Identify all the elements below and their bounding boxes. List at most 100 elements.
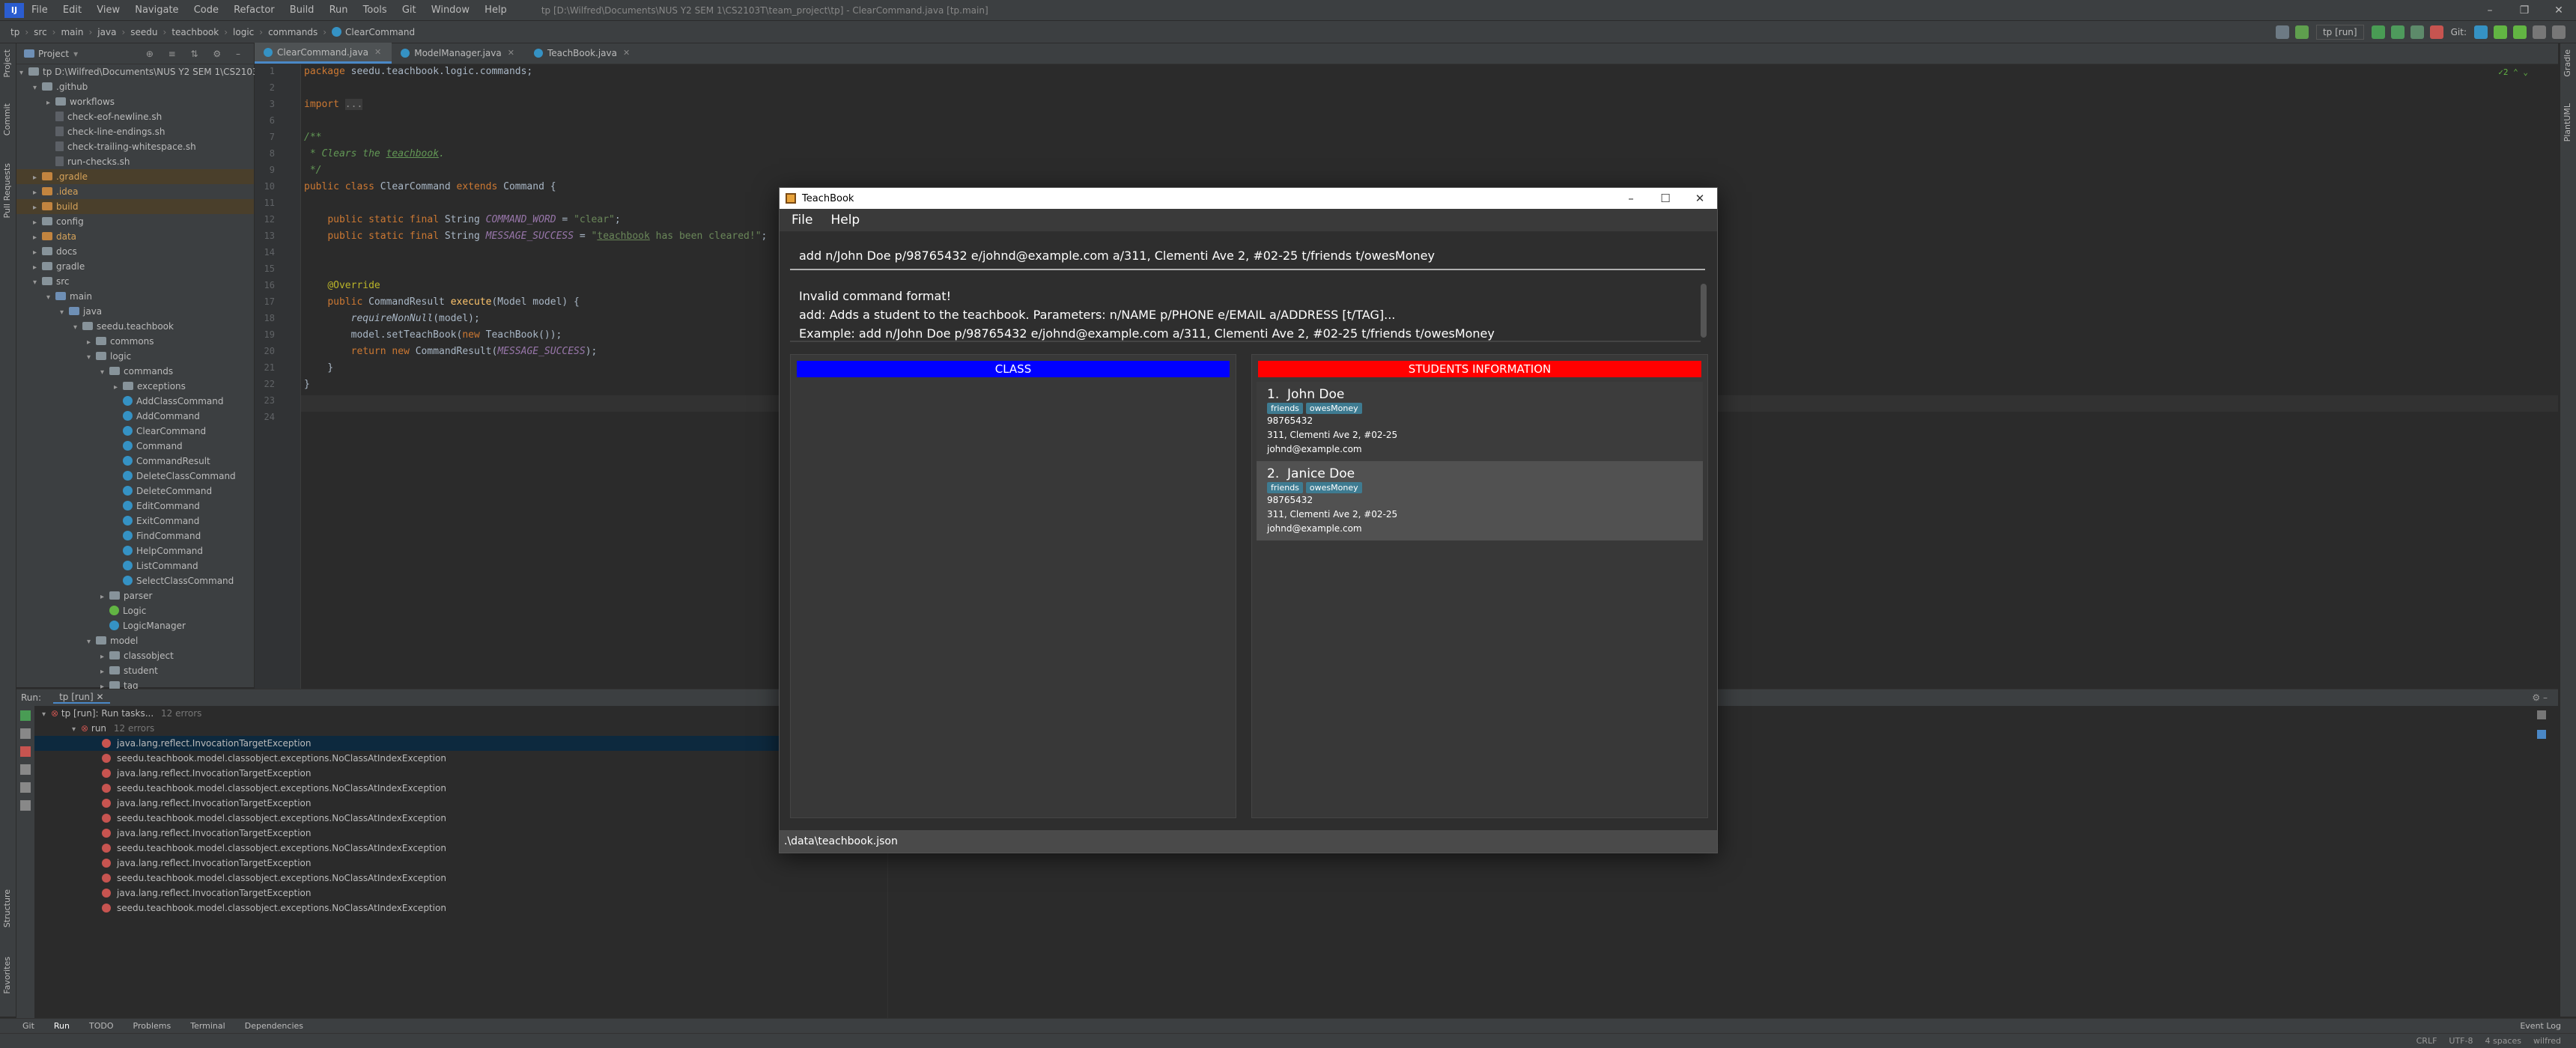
encoding-status[interactable]: UTF-8 [2449,1036,2473,1046]
teachbook-menu-help[interactable]: Help [830,213,860,228]
tree-item[interactable]: CommandResult [16,454,254,469]
tab-clearcommand[interactable]: ClearCommand.java ✕ [255,43,392,64]
tree-item[interactable]: ▾ seedu.teachbook [16,319,254,334]
git-update-icon[interactable] [2474,25,2488,39]
pull-requests-tool-tab[interactable]: Pull Requests [2,163,12,218]
breadcrumb-main[interactable]: main [61,27,83,37]
breadcrumb-tp[interactable]: tp [10,27,19,37]
tab-teachbook[interactable]: TeachBook.java ✕ [525,43,640,64]
breadcrumb-logic[interactable]: logic [233,27,254,37]
error-row[interactable]: java.lang.reflect.InvocationTargetExcept… [34,856,887,871]
menu-file[interactable]: File [31,4,48,16]
tree-item[interactable]: ▸ data [16,229,254,244]
menu-code[interactable]: Code [194,4,219,16]
coverage-icon[interactable] [2410,25,2424,39]
close-window-button[interactable]: ✕ [2542,4,2576,16]
project-tool-tab[interactable]: Project [2,49,12,78]
tree-item[interactable]: ▸ classobject [16,648,254,663]
tree-item[interactable]: check-trailing-whitespace.sh [16,139,254,154]
tree-item[interactable]: ▸ commons [16,334,254,349]
wrench-icon[interactable] [20,728,31,739]
problems-tab[interactable]: Problems [133,1021,171,1031]
eye-icon[interactable] [20,764,31,775]
menu-refactor[interactable]: Refactor [234,4,275,16]
error-row[interactable]: seedu.teachbook.model.classobject.except… [34,781,887,796]
student-card[interactable]: 1. John Doe friends owesMoney 98765432 31… [1257,382,1703,461]
git-push-icon[interactable] [2513,25,2527,39]
run-child-row[interactable]: ▾ ⊗ run 12 errors [34,721,887,736]
tree-item[interactable]: ▸ gradle [16,259,254,274]
rerun-icon[interactable] [20,710,31,721]
tree-item[interactable]: LogicManager [16,618,254,633]
tree-item[interactable]: ▾ model [16,633,254,648]
restore-button[interactable]: ❐ [2507,4,2542,16]
tree-item[interactable]: ▸ parser [16,588,254,603]
menu-edit[interactable]: Edit [63,4,82,16]
scroll-end-icon[interactable] [2537,730,2546,739]
tree-item[interactable]: ▸ .idea [16,184,254,199]
tree-item[interactable]: ▾ .github [16,79,254,94]
run-config-select[interactable]: tp [run] [2315,24,2364,40]
inspection-widget[interactable]: ✓2 ⌃ ⌄ [2498,67,2528,77]
error-row[interactable]: java.lang.reflect.InvocationTargetExcept… [34,826,887,841]
tree-item[interactable]: EditCommand [16,499,254,514]
breadcrumb-src[interactable]: src [34,27,47,37]
teachbook-minimize-button[interactable]: – [1614,192,1648,205]
tree-item[interactable]: ClearCommand [16,424,254,439]
tree-item[interactable]: FindCommand [16,528,254,543]
run-icon[interactable] [2371,25,2385,39]
commit-tool-tab[interactable]: Commit [2,103,12,135]
menu-git[interactable]: Git [402,4,416,16]
result-scrollbar[interactable] [1701,284,1707,338]
error-row[interactable]: seedu.teachbook.model.classobject.except… [34,811,887,826]
menu-window[interactable]: Window [431,4,470,16]
tree-item[interactable]: ▸ student [16,663,254,678]
line-separator-status[interactable]: CRLF [2416,1036,2437,1046]
plantuml-tool-tab[interactable]: PlantUML [2563,103,2572,141]
run-bottom-tab[interactable]: Run [54,1021,70,1031]
todo-tab[interactable]: TODO [89,1021,114,1031]
tree-item[interactable]: run-checks.sh [16,154,254,169]
tree-item[interactable]: ▾ tp D:\Wilfred\Documents\NUS Y2 SEM 1\CS… [16,64,338,79]
user-icon[interactable] [2275,25,2289,39]
menu-navigate[interactable]: Navigate [135,4,178,16]
close-tab-icon[interactable]: ✕ [623,43,630,64]
git-branch-status[interactable]: wilfred [2533,1036,2561,1046]
run-settings-icon[interactable]: ⚙ – [2532,692,2548,703]
close-tab-icon[interactable]: ✕ [374,42,381,63]
tree-item[interactable]: ▾ java [16,304,254,319]
breadcrumb-commands[interactable]: commands [268,27,318,37]
tree-item[interactable]: ▾ logic [16,349,254,364]
dependencies-tab[interactable]: Dependencies [245,1021,303,1031]
menu-help[interactable]: Help [484,4,507,16]
tree-item[interactable]: ▾ src [16,274,254,289]
tree-item[interactable]: DeleteCommand [16,484,254,499]
layout-icon[interactable] [20,782,31,793]
error-row[interactable]: seedu.teachbook.model.classobject.except… [34,751,887,766]
debug-icon[interactable] [2390,25,2405,39]
tree-item[interactable]: AddCommand [16,409,254,424]
tree-item[interactable]: ListCommand [16,558,254,573]
indent-status[interactable]: 4 spaces [2485,1036,2521,1046]
event-log-tab[interactable]: Event Log [2520,1021,2561,1031]
close-tab-icon[interactable]: ✕ [508,43,514,64]
soft-wrap-icon[interactable] [2537,710,2546,719]
build-hammer-icon[interactable] [2294,25,2309,39]
teachbook-maximize-button[interactable]: ☐ [1648,192,1683,205]
tab-modelmanager[interactable]: ModelManager.java ✕ [392,43,525,64]
tree-item[interactable]: AddClassCommand [16,394,254,409]
teachbook-menu-file[interactable]: File [792,213,812,228]
tree-item[interactable]: SelectClassCommand [16,573,254,588]
stop-run-icon[interactable] [20,746,31,757]
tree-item[interactable]: ▸ workflows [16,94,254,109]
menu-tools[interactable]: Tools [363,4,387,16]
favorites-tool-tab[interactable]: Favorites [2,957,12,994]
command-box-input[interactable]: add n/John Doe p/98765432 e/johnd@exampl… [790,243,1705,270]
tree-item[interactable]: ▸ .gradle [16,169,254,184]
error-row[interactable]: seedu.teachbook.model.classobject.except… [34,901,887,916]
breadcrumb-teachbook[interactable]: teachbook [171,27,219,37]
menu-view[interactable]: View [97,4,120,16]
error-row[interactable]: seedu.teachbook.model.classobject.except… [34,871,887,886]
error-row[interactable]: java.lang.reflect.InvocationTargetExcept… [34,736,887,751]
tree-item[interactable]: ▸ exceptions [16,379,254,394]
